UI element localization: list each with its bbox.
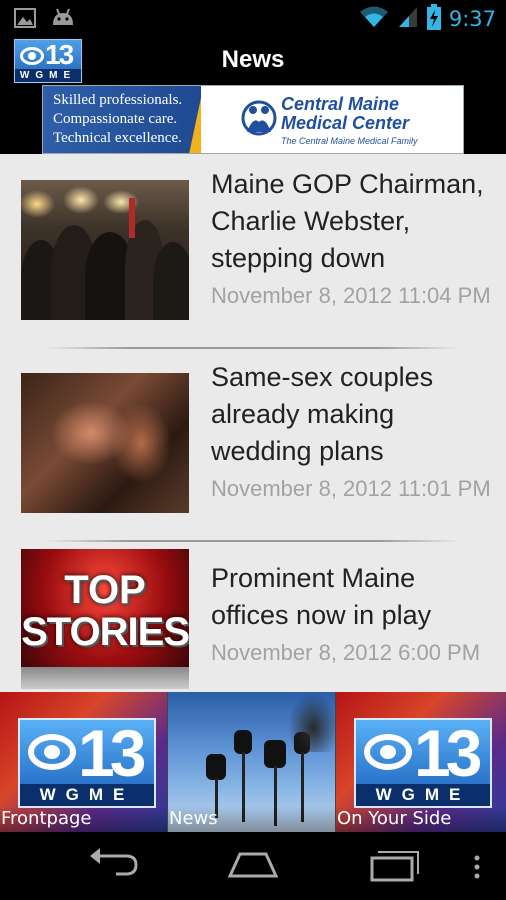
tab-label: Frontpage (0, 806, 167, 832)
news-item[interactable]: Maine GOP Chairman, Charlie Webster, ste… (0, 154, 506, 344)
wgme-logo: 13 WGME (18, 718, 156, 808)
action-bar: 13 WGME News Skilled professionals. Comp… (0, 36, 506, 154)
ad-tagline-line: Skilled professionals. (53, 92, 183, 108)
back-icon[interactable] (86, 846, 140, 886)
news-timestamp: November 8, 2012 11:01 PM (211, 476, 491, 501)
news-item[interactable]: Same-sex couples already making wedding … (0, 347, 506, 537)
stage-floor (21, 667, 189, 689)
news-thumbnail (21, 180, 189, 320)
ad-tagline: Skilled professionals. Compassionate car… (43, 86, 201, 153)
medical-center-logo-icon (241, 100, 277, 136)
logo-number: 13 (78, 716, 146, 790)
home-icon[interactable] (226, 846, 280, 886)
tab-on-your-side[interactable]: 13 WGME On Your Side (336, 692, 506, 832)
recent-apps-icon[interactable] (368, 846, 422, 886)
logo-call-letters: WGME (20, 784, 154, 806)
logo-number: 13 (414, 716, 482, 790)
news-headline: Maine GOP Chairman, Charlie Webster, ste… (211, 166, 496, 310)
microphone-icon (206, 754, 226, 780)
ad-name-line: Medical Center (281, 113, 410, 133)
news-title: Maine GOP Chairman, Charlie Webster, ste… (211, 169, 484, 273)
wifi-icon (359, 5, 389, 33)
wgme-logo: 13 WGME (354, 718, 492, 808)
news-thumbnail: TOP STORIES (21, 549, 189, 689)
cbs-eye-icon (364, 734, 412, 770)
cbs-eye-icon (28, 734, 76, 770)
tab-label: News (168, 806, 335, 832)
news-thumbnail (21, 373, 189, 513)
navigation-bar (0, 832, 506, 900)
ad-name-line: Central Maine (281, 94, 400, 114)
speaker-silhouette (288, 692, 335, 752)
ad-banner[interactable]: Skilled professionals. Compassionate car… (42, 85, 464, 154)
top-stories-line: TOP (64, 568, 146, 612)
ad-tagline-line: Compassionate care. (53, 111, 178, 127)
news-timestamp: November 8, 2012 6:00 PM (211, 640, 481, 665)
ad-brand: Central Maine Medical Center The Central… (201, 86, 463, 153)
tab-frontpage[interactable]: 13 WGME Frontpage (0, 692, 168, 832)
news-headline: Prominent Maine offices now in play Nove… (211, 560, 496, 667)
image-icon (14, 7, 36, 33)
clock: 9:37 (448, 7, 496, 31)
news-item[interactable]: TOP STORIES Prominent Maine offices now … (0, 540, 506, 692)
news-headline: Same-sex couples already making wedding … (211, 359, 496, 503)
ad-name: Central Maine Medical Center (281, 95, 409, 133)
microphone-icon (264, 740, 286, 768)
top-stories-line: STORIES (21, 610, 189, 654)
battery-charging-icon (426, 4, 441, 34)
top-stories-graphic: TOP STORIES (21, 569, 189, 653)
logo-call-letters: WGME (356, 784, 490, 806)
page-title: News (221, 46, 285, 73)
android-icon (50, 7, 76, 33)
overflow-menu-icon[interactable] (472, 854, 482, 886)
signal-icon (397, 5, 419, 33)
ad-subline: The Central Maine Medical Family (281, 136, 418, 146)
flag (129, 198, 135, 238)
news-list[interactable]: Maine GOP Chairman, Charlie Webster, ste… (0, 154, 506, 692)
news-timestamp: November 8, 2012 11:04 PM (211, 283, 491, 308)
section-tab-bar: 13 WGME Frontpage News 13 WGME On Your S… (0, 692, 506, 832)
crowd-silhouette (153, 242, 189, 320)
microphone-icon (234, 730, 252, 754)
status-bar: 9:37 (0, 0, 506, 36)
news-title: Same-sex couples already making wedding … (211, 362, 434, 466)
news-title: Prominent Maine offices now in play (211, 563, 432, 630)
ad-tagline-line: Technical excellence. (53, 130, 182, 146)
tab-news[interactable]: News (168, 692, 336, 832)
tab-label: On Your Side (336, 806, 506, 832)
